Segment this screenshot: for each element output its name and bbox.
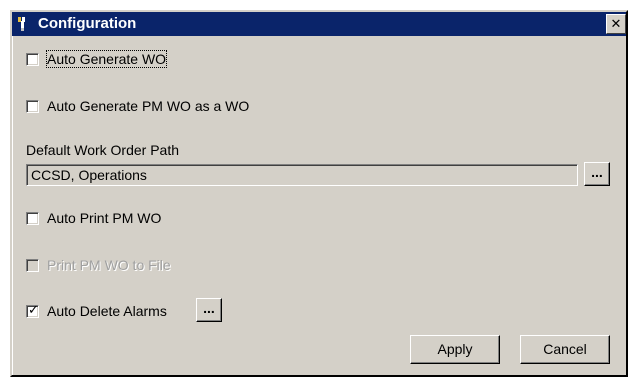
print-pm-wo-to-file-checkbox xyxy=(26,258,39,272)
print-pm-wo-to-file-option: Print PM WO to File xyxy=(26,255,171,275)
auto-delete-alarms-option[interactable]: ✓ Auto Delete Alarms xyxy=(26,301,167,321)
default-path-label: Default Work Order Path xyxy=(26,142,180,158)
cancel-button[interactable]: Cancel xyxy=(520,335,610,364)
auto-delete-alarms-label[interactable]: Auto Delete Alarms xyxy=(47,303,167,319)
apply-button[interactable]: Apply xyxy=(410,335,500,364)
auto-print-pm-wo-label[interactable]: Auto Print PM WO xyxy=(47,210,161,226)
auto-generate-pm-wo-checkbox[interactable] xyxy=(26,99,39,113)
checkmark-icon: ✓ xyxy=(28,302,39,318)
tools-icon xyxy=(16,16,30,32)
auto-generate-wo-option[interactable]: Auto Generate WO xyxy=(26,49,168,69)
close-icon: ✕ xyxy=(610,17,622,32)
default-path-field[interactable]: CCSD, Operations xyxy=(26,164,578,186)
browse-path-button[interactable]: ... xyxy=(584,162,610,186)
auto-print-pm-wo-option[interactable]: Auto Print PM WO xyxy=(26,208,161,228)
auto-generate-pm-wo-label[interactable]: Auto Generate PM WO as a WO xyxy=(47,98,249,114)
configuration-dialog: Configuration ✕ Auto Generate WO Auto Ge… xyxy=(10,10,628,377)
auto-generate-wo-checkbox[interactable] xyxy=(26,52,39,66)
auto-delete-alarms-checkbox[interactable]: ✓ xyxy=(26,302,39,318)
close-button[interactable]: ✕ xyxy=(606,14,626,34)
auto-generate-pm-wo-option[interactable]: Auto Generate PM WO as a WO xyxy=(26,96,249,116)
title-bar[interactable]: Configuration ✕ xyxy=(12,12,626,36)
auto-generate-wo-label[interactable]: Auto Generate WO xyxy=(45,50,168,68)
auto-print-pm-wo-checkbox[interactable] xyxy=(26,211,39,225)
alarms-options-button[interactable]: ... xyxy=(196,298,222,322)
print-pm-wo-to-file-label: Print PM WO to File xyxy=(47,257,171,273)
window-title: Configuration xyxy=(38,15,137,32)
